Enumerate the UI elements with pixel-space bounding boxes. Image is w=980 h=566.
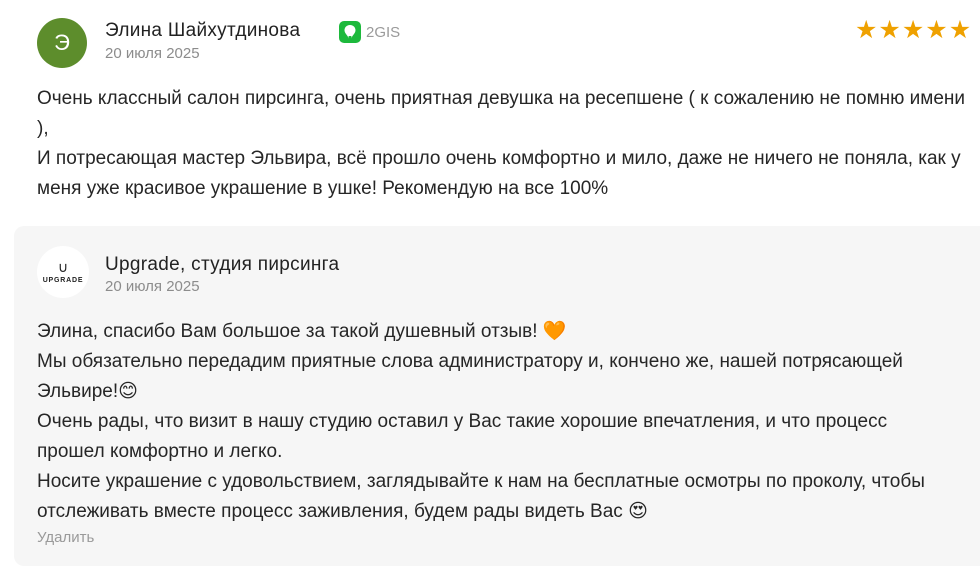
reply-text: Элина, спасибо Вам большое за такой душе… <box>37 317 937 527</box>
2gis-icon <box>339 21 361 43</box>
author-avatar[interactable]: Э <box>37 18 87 68</box>
reply-avatar: ∪ UPGRADE <box>37 246 89 298</box>
reply-paragraph: Элина, спасибо Вам большое за такой душе… <box>37 321 567 342</box>
delete-reply-link[interactable]: Удалить <box>37 529 94 546</box>
reply-paragraph: Очень рады, что визит в нашу студию оста… <box>37 411 888 462</box>
star-icon: ★ <box>878 16 901 44</box>
star-icon: ★ <box>901 16 925 44</box>
review-source: 2GIS <box>339 21 400 43</box>
rating-stars: ★ ★ ★ ★ ★ <box>855 16 971 44</box>
review-text: Очень классный салон пирсинга, очень при… <box>37 84 967 204</box>
star-icon: ★ <box>925 16 948 44</box>
review-paragraph: И потресающая мастер Эльвира, всё прошло… <box>37 148 961 199</box>
reply-paragraph: Носите украшение с удовольствием, загляд… <box>37 471 925 522</box>
upgrade-logo-icon: ∪ <box>57 259 69 275</box>
star-icon: ★ <box>948 16 972 44</box>
author-name[interactable]: Элина Шайхутдинова <box>105 20 300 42</box>
review-card: Э Элина Шайхутдинова 2GIS 20 июля 2025 ★… <box>0 0 980 566</box>
reply-author-name: Upgrade, студия пирсинга <box>105 254 340 275</box>
review-paragraph: Очень классный салон пирсинга, очень при… <box>37 88 966 139</box>
source-label: 2GIS <box>366 23 401 41</box>
reply-date: 20 июля 2025 <box>105 278 200 295</box>
reply-logo-text: UPGRADE <box>42 277 84 284</box>
reply-paragraph: Мы обязательно передадим приятные слова … <box>37 351 903 402</box>
avatar-letter: Э <box>54 30 70 55</box>
review-date: 20 июля 2025 <box>105 45 200 62</box>
star-icon: ★ <box>855 16 878 44</box>
